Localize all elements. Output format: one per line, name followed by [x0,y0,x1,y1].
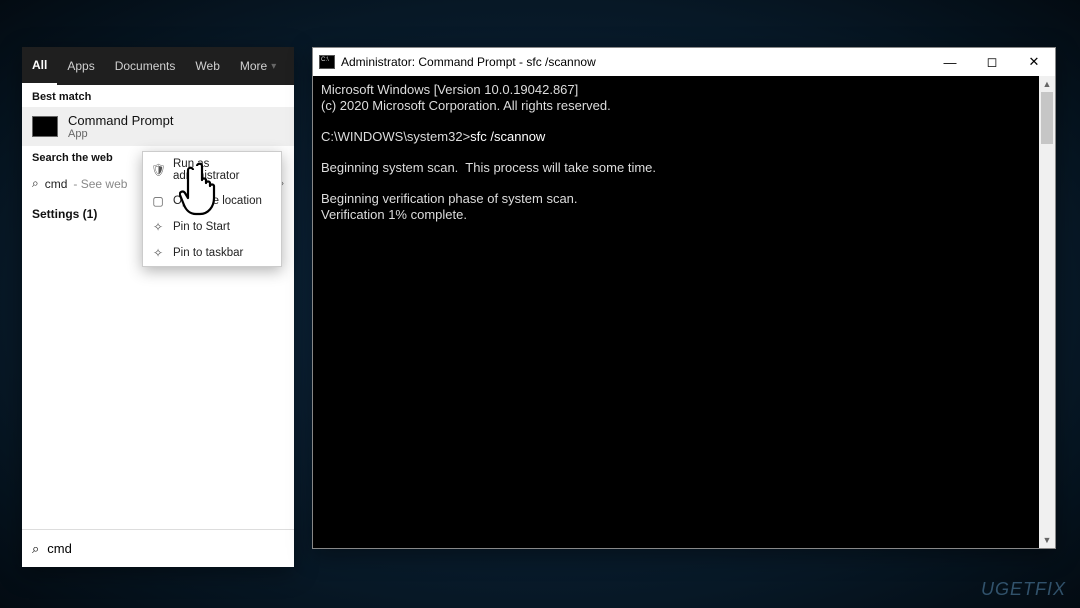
scroll-down-icon[interactable]: ▼ [1039,532,1055,548]
console-output[interactable]: Microsoft Windows [Version 10.0.19042.86… [313,76,1055,548]
close-button[interactable]: ✕ [1013,48,1055,76]
tab-documents[interactable]: Documents [105,47,186,85]
tab-all[interactable]: All [22,47,57,85]
entered-command: sfc /scannow [470,129,545,144]
ctx-pin-to-start[interactable]: ✧ Pin to Start [143,214,281,240]
shield-icon: 🛡 [151,163,165,177]
tab-apps[interactable]: Apps [57,47,104,85]
pin-icon: ✧ [151,220,165,234]
search-icon: ⌕ [32,176,39,191]
context-menu: 🛡 Run as administrator ▢ Open file locat… [142,151,282,267]
folder-icon: ▢ [151,194,165,208]
ctx-open-file-location[interactable]: ▢ Open file location [143,188,281,214]
command-prompt-icon [32,116,58,137]
start-search-panel: All Apps Documents Web More▾ Best match … [22,47,294,567]
pin-icon: ✧ [151,246,165,260]
search-box[interactable]: ⌕ [22,529,294,567]
web-query-suffix: - See web [73,177,127,191]
chevron-down-icon: ▾ [271,61,276,72]
search-input[interactable] [47,541,284,556]
scrollbar-thumb[interactable] [1041,92,1053,144]
watermark: UGETFIX [981,579,1066,600]
web-query-text: cmd [45,177,68,191]
scroll-up-icon[interactable]: ▲ [1039,76,1055,92]
best-match-header: Best match [22,85,294,107]
search-tabs: All Apps Documents Web More▾ [22,47,294,85]
tab-more[interactable]: More▾ [230,47,286,85]
best-match-result[interactable]: Command Prompt App [22,107,294,146]
ctx-run-as-admin[interactable]: 🛡 Run as administrator [143,152,281,188]
best-match-subtitle: App [68,128,173,140]
vertical-scrollbar[interactable]: ▲ ▼ [1039,76,1055,548]
window-title: Administrator: Command Prompt - sfc /sca… [341,55,929,69]
best-match-title: Command Prompt [68,113,173,128]
search-icon: ⌕ [32,541,39,557]
ctx-pin-to-taskbar[interactable]: ✧ Pin to taskbar [143,240,281,266]
maximize-button[interactable]: ◻ [971,48,1013,76]
minimize-button[interactable]: — [929,48,971,76]
window-titlebar[interactable]: Administrator: Command Prompt - sfc /sca… [313,48,1055,76]
command-prompt-icon [319,55,335,69]
tab-web[interactable]: Web [185,47,229,85]
command-prompt-window: Administrator: Command Prompt - sfc /sca… [312,47,1056,549]
